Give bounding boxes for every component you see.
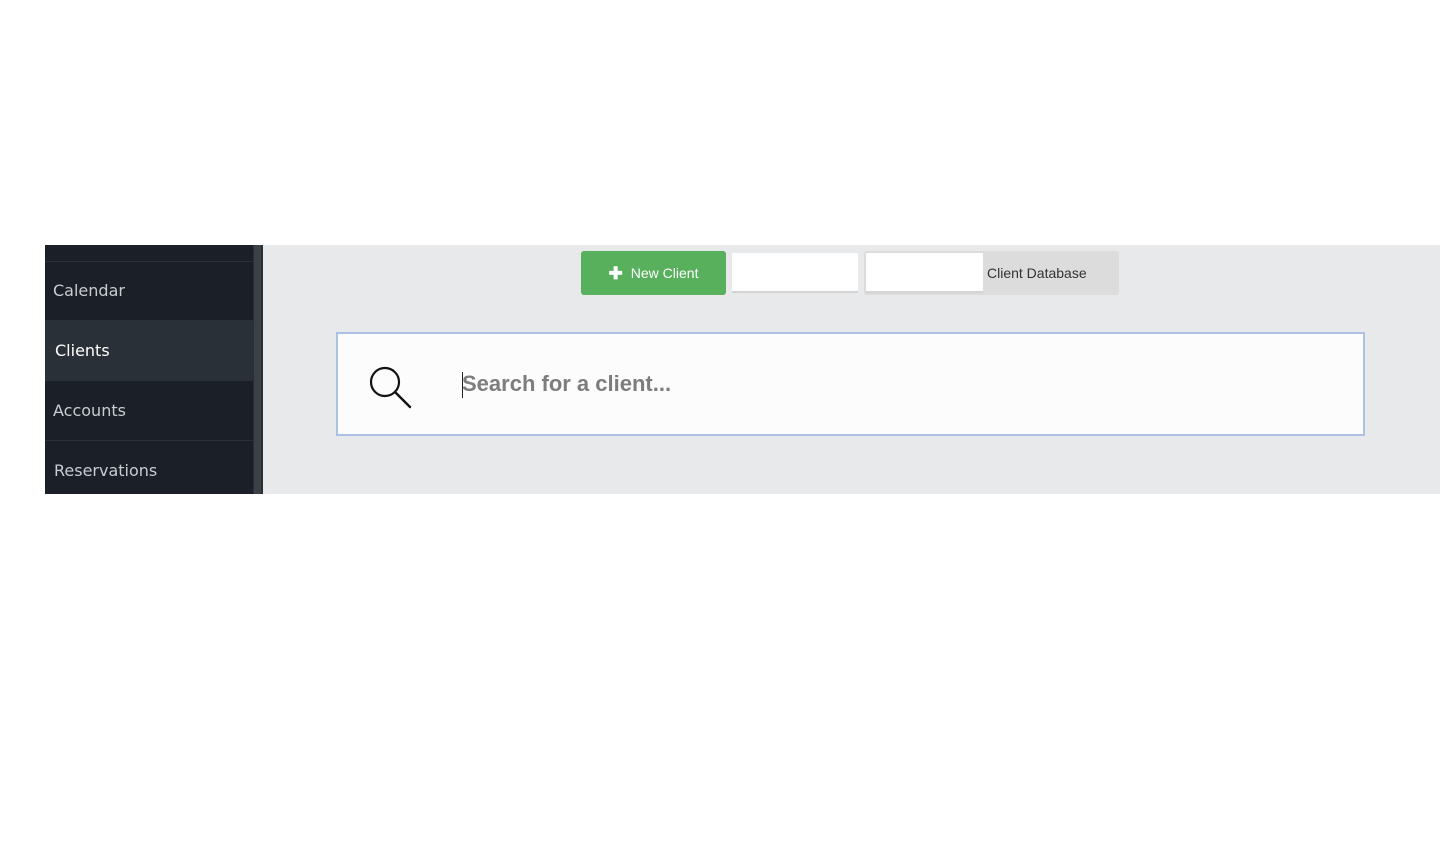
new-client-button[interactable]: ✚ New Client: [581, 251, 726, 295]
sidebar-item-label: Accounts: [53, 401, 126, 420]
sidebar-item-label: Reservations: [54, 461, 158, 480]
tab-blank-segment: [866, 253, 983, 293]
tab-blank[interactable]: [732, 253, 858, 293]
plus-icon: ✚: [608, 263, 623, 283]
sidebar-item-accounts[interactable]: Accounts: [45, 381, 253, 441]
sidebar-scrollbar-thumb[interactable]: [254, 245, 261, 494]
sidebar-scrollbar[interactable]: [253, 245, 263, 494]
new-client-label: New Client: [630, 265, 699, 281]
sidebar-item-reservations[interactable]: Reservations: [45, 441, 253, 494]
sidebar-item-label: Calendar: [53, 281, 125, 300]
main-content: ✚ New Client Client Database: [263, 245, 1440, 494]
search-box[interactable]: [336, 332, 1365, 436]
sidebar-item-partial: [45, 245, 253, 262]
sidebar-item-clients[interactable]: Clients: [45, 321, 253, 381]
tab-client-database[interactable]: Client Database: [864, 251, 1119, 295]
sidebar-item-calendar[interactable]: Calendar: [45, 261, 253, 321]
sidebar: Calendar Clients Accounts Reservations: [45, 245, 253, 494]
tab-label: Client Database: [987, 265, 1087, 281]
search-input[interactable]: [460, 364, 1342, 404]
app-window: Calendar Clients Accounts Reservations ✚…: [45, 245, 1440, 494]
search-icon[interactable]: [368, 365, 414, 409]
sidebar-item-label: Clients: [55, 341, 110, 360]
text-caret: [462, 372, 463, 398]
